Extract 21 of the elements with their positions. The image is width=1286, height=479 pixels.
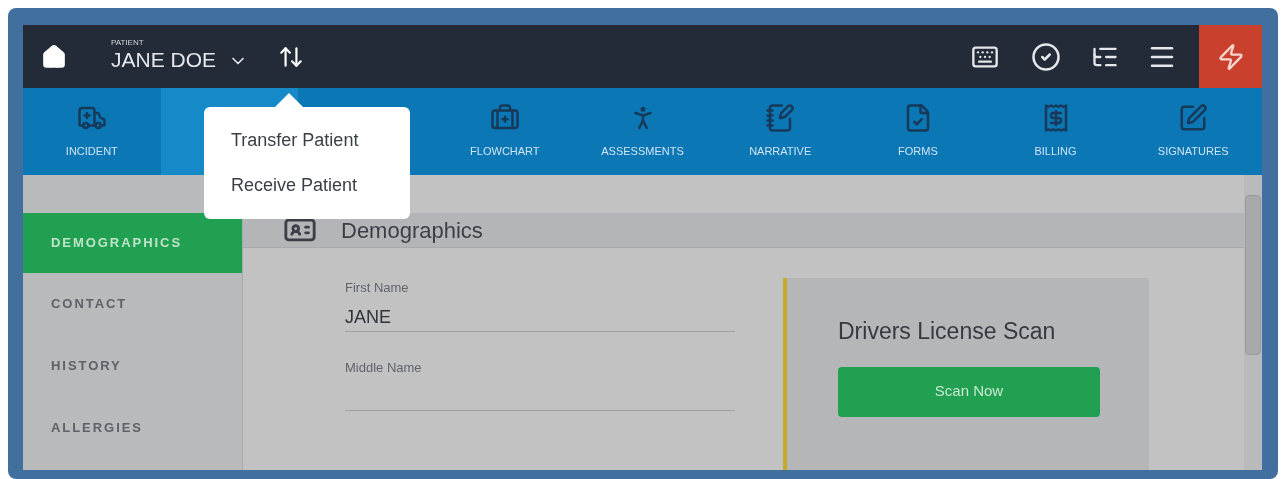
lightning-icon: [1216, 42, 1245, 71]
scan-now-button[interactable]: Scan Now: [838, 366, 1100, 417]
field-label: First Name: [345, 279, 410, 297]
home-icon[interactable]: [41, 43, 67, 70]
sidebar-item[interactable]: DEMOGRAPHICS: [23, 213, 242, 273]
section-title: Demographics: [341, 216, 483, 245]
menu-item[interactable]: Receive Patient: [204, 172, 410, 199]
menu-item[interactable]: Transfer Patient: [204, 127, 410, 154]
field-label: Middle Name: [345, 358, 423, 377]
scrollbar[interactable]: [1244, 175, 1262, 470]
patient-name: JANE DOE: [111, 47, 217, 74]
card-title: Drivers License Scan: [838, 317, 1057, 346]
notepad-icon: [765, 103, 796, 134]
text-field[interactable]: JANE: [345, 297, 735, 332]
patient-label: PATIENT: [111, 39, 145, 48]
sidebar-item[interactable]: ALLERGIES: [23, 397, 242, 459]
sidebar-item[interactable]: CONTACT: [23, 273, 242, 335]
lightning-button[interactable]: [1199, 25, 1262, 88]
pen-icon: [1178, 103, 1209, 134]
check-circle-icon[interactable]: [1031, 41, 1061, 72]
sidebar-item[interactable]: HISTORY: [23, 335, 242, 397]
